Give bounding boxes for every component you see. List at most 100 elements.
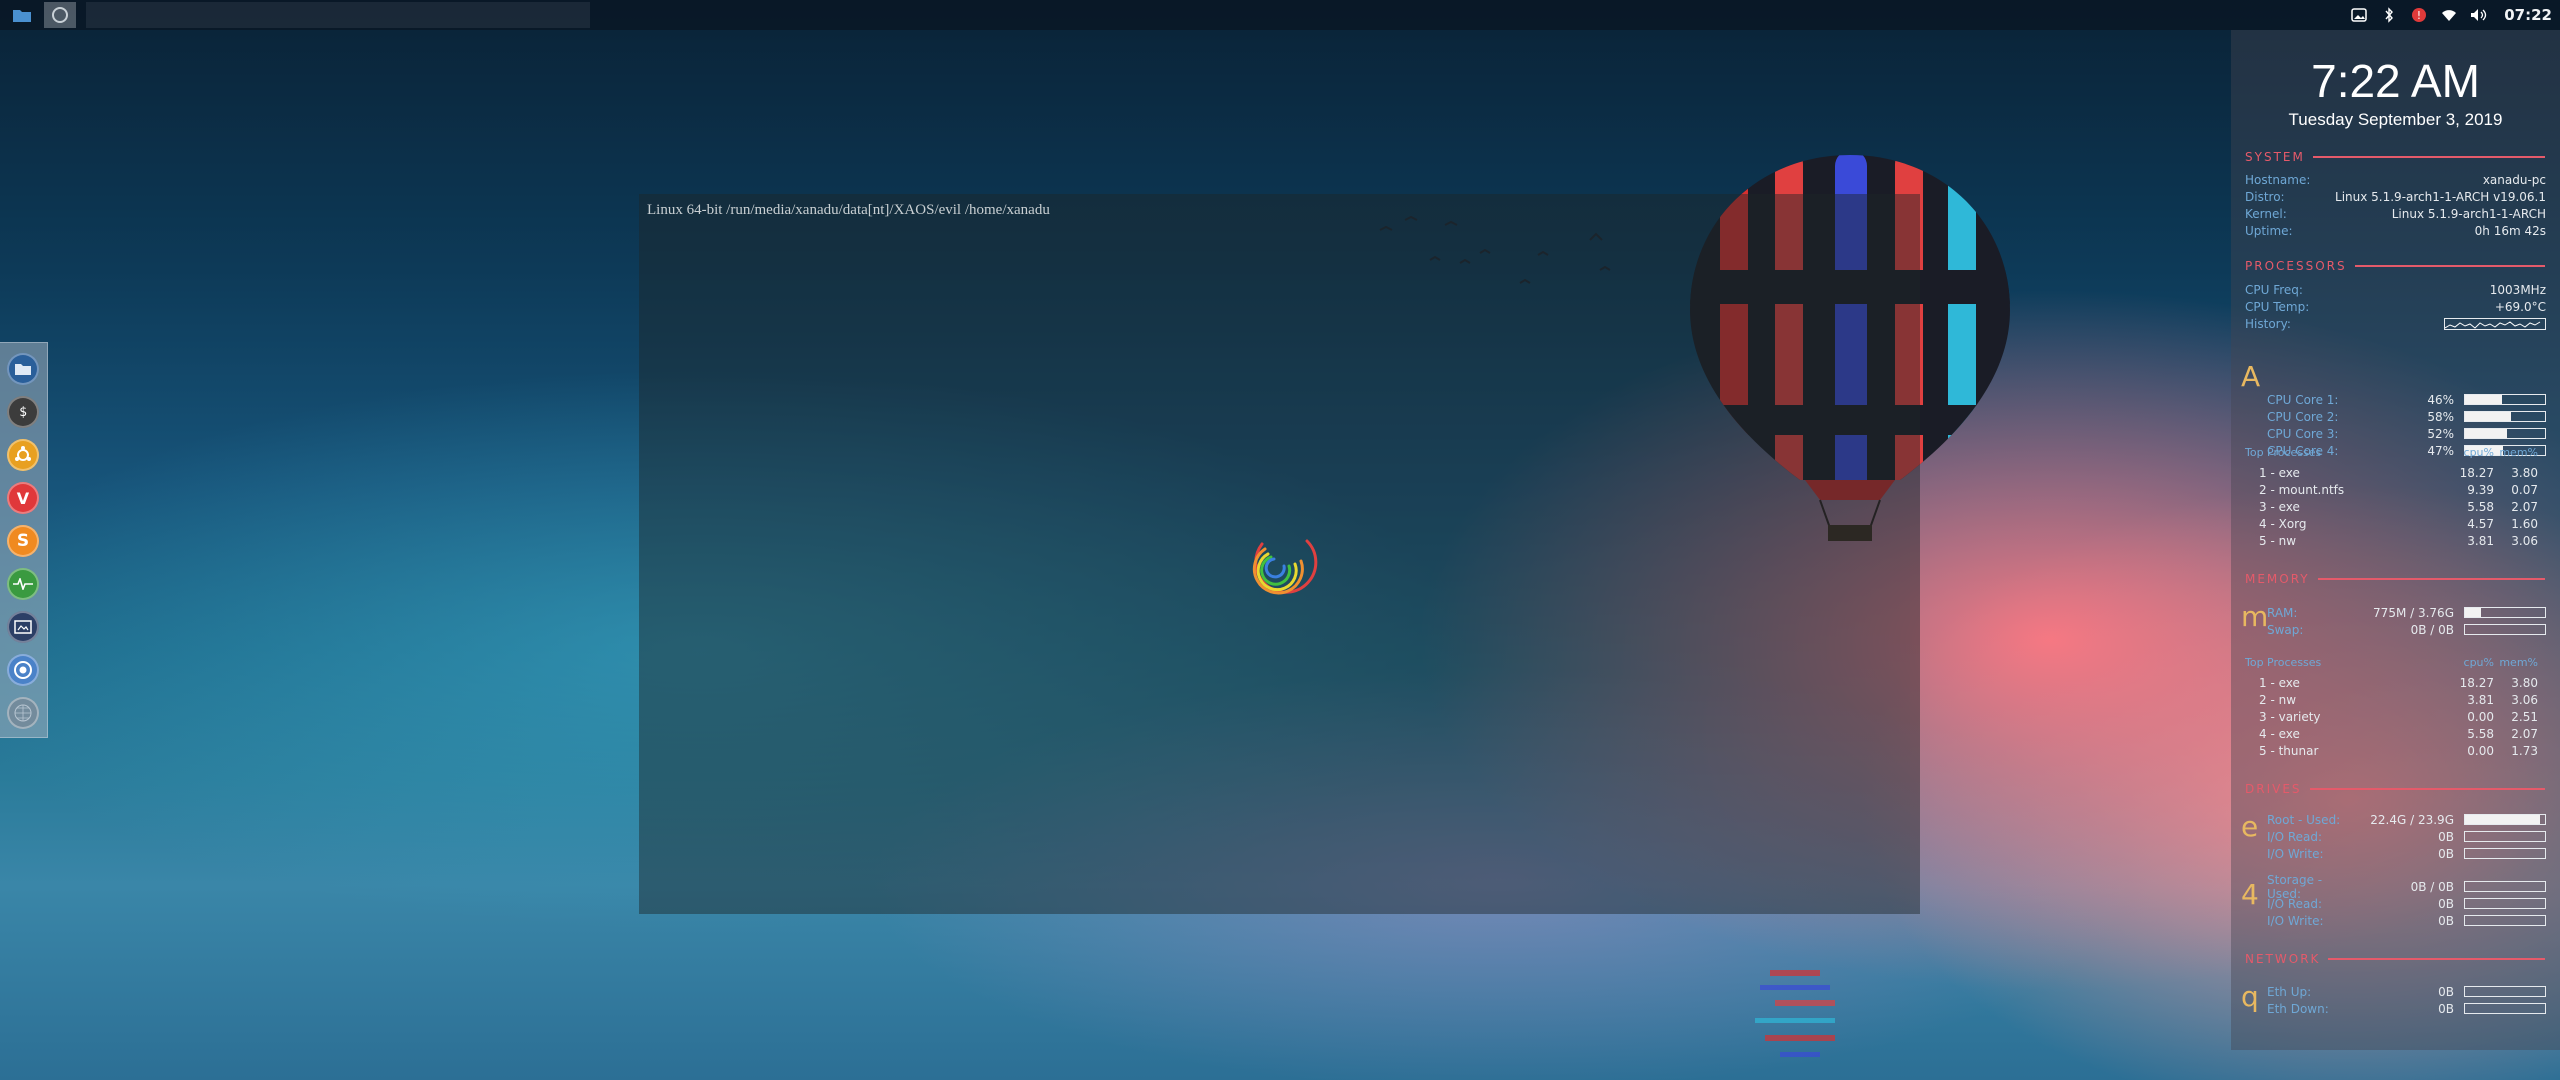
process-row: 4 - exe 5.58 2.07 — [2245, 727, 2546, 744]
wifi-icon[interactable] — [2440, 6, 2458, 24]
eth-up-bar — [2464, 986, 2546, 997]
ram-bar — [2464, 607, 2546, 618]
conky-time: 7:22 AM — [2311, 55, 2480, 107]
apps-grid-icon[interactable] — [7, 697, 39, 729]
network-section-header: NETWORK — [2245, 952, 2545, 966]
process-name: 2 - mount.ntfs — [2259, 483, 2345, 497]
process-row: 5 - thunar 0.00 1.73 — [2245, 744, 2546, 761]
process-name: 4 - exe — [2259, 727, 2300, 741]
process-value-1: 18.27 — [2459, 676, 2494, 690]
application-dock: $ V S — [0, 342, 48, 738]
process-row: 3 - variety 0.00 2.51 — [2245, 710, 2546, 727]
cpu-core-row: CPU Core 2: 58% — [2267, 408, 2546, 425]
cpu-temp-row: CPU Temp: +69.0°C — [2245, 299, 2546, 314]
cpu-core-row: CPU Core 1: 46% — [2267, 391, 2546, 408]
system-monitor-app-icon[interactable] — [7, 568, 39, 600]
cpu-history-graph — [2444, 317, 2546, 330]
system-section-header: SYSTEM — [2245, 150, 2545, 164]
cpu-history-row: History: — [2245, 315, 2546, 332]
processors-section-header: PROCESSORS — [2245, 259, 2545, 273]
cpu-core-bar — [2464, 394, 2546, 405]
process-value-2: 3.80 — [2511, 466, 2538, 480]
cpu-core-bar — [2464, 428, 2546, 439]
conky-system-monitor: 7:22 AM Tuesday September 3, 2019 SYSTEM… — [2231, 30, 2560, 1050]
swap-row: Swap: 0B / 0B — [2267, 621, 2546, 638]
drives-glyph: e — [2241, 810, 2259, 843]
process-row: 4 - Xorg 4.57 1.60 — [2245, 517, 2546, 534]
drives-section-header: DRIVES — [2245, 782, 2545, 796]
update-alert-icon[interactable]: ! — [2410, 6, 2428, 24]
chrome-app-icon[interactable] — [7, 654, 39, 686]
root-write-row: I/O Write: 0B — [2267, 845, 2546, 862]
process-value-2: 3.80 — [2511, 676, 2538, 690]
process-value-2: 2.07 — [2511, 500, 2538, 514]
swap-bar — [2464, 624, 2546, 635]
storage-used-row: Storage - Used: 0B / 0B — [2267, 873, 2546, 901]
kernel-row: Kernel: Linux 5.1.9-arch1-1-ARCH — [2245, 206, 2546, 221]
memory-glyph: m — [2241, 600, 2269, 633]
terminal-app-icon[interactable]: $ — [7, 396, 39, 428]
storage-glyph: 4 — [2241, 878, 2259, 911]
cpu-core-label: CPU Core 2: — [2267, 409, 2339, 424]
process-row: 3 - exe 5.58 2.07 — [2245, 500, 2546, 517]
root-read-bar — [2464, 831, 2546, 842]
root-used-row: Root - Used: 22.4G / 23.9G — [2267, 811, 2546, 828]
ubuntu-app-icon[interactable] — [7, 439, 39, 471]
storage-write-bar — [2464, 915, 2546, 926]
cpu-glyph: A — [2241, 360, 2261, 393]
vivaldi-app-icon[interactable]: V — [7, 482, 39, 514]
image-viewer-tray-icon[interactable] — [2350, 6, 2368, 24]
process-row: 1 - exe 18.27 3.80 — [2245, 676, 2546, 693]
process-name: 5 - nw — [2259, 534, 2297, 548]
process-value-2: 3.06 — [2511, 693, 2538, 707]
storage-bar — [2464, 881, 2546, 892]
cpu-core-label: CPU Core 1: — [2267, 392, 2339, 407]
files-app-icon[interactable] — [7, 353, 39, 385]
balloon-reflection-decoration — [1755, 970, 1835, 1057]
process-row: 5 - nw 3.81 3.06 — [2245, 534, 2546, 551]
bluetooth-icon[interactable] — [2380, 6, 2398, 24]
process-value-2: 3.06 — [2511, 534, 2538, 548]
process-value-1: 9.39 — [2467, 483, 2494, 497]
process-value-1: 5.58 — [2467, 500, 2494, 514]
cpu-core-value: 52% — [2427, 426, 2454, 441]
top-panel: ! 07:22 — [0, 0, 2560, 30]
eth-down-bar — [2464, 1003, 2546, 1014]
process-name: 1 - exe — [2259, 676, 2300, 690]
sublime-app-icon[interactable]: S — [7, 525, 39, 557]
process-value-1: 3.81 — [2467, 693, 2494, 707]
process-value-1: 0.00 — [2467, 744, 2494, 758]
process-value-2: 1.73 — [2511, 744, 2538, 758]
process-value-1: 0.00 — [2467, 710, 2494, 724]
terminal-prompt: Linux 64-bit /run/media/xanadu/data[nt]/… — [647, 202, 1050, 218]
volume-icon[interactable] — [2470, 6, 2488, 24]
process-row: 2 - mount.ntfs 9.39 0.07 — [2245, 483, 2546, 500]
hostname-row: Hostname: xanadu-pc — [2245, 172, 2546, 187]
cpu-core-value: 58% — [2427, 409, 2454, 424]
ram-row: RAM: 775M / 3.76G — [2267, 604, 2546, 621]
process-name: 2 - nw — [2259, 693, 2297, 707]
process-name: 4 - Xorg — [2259, 517, 2307, 531]
process-name: 3 - exe — [2259, 500, 2300, 514]
loading-spinner-icon — [1252, 539, 1318, 595]
workspace-icon[interactable] — [44, 2, 76, 28]
process-value-2: 0.07 — [2511, 483, 2538, 497]
distro-row: Distro: Linux 5.1.9-arch1-1-ARCH v19.06.1 — [2245, 189, 2546, 204]
conky-date: Tuesday September 3, 2019 — [2288, 110, 2503, 129]
storage-read-row: I/O Read: 0B — [2267, 895, 2546, 912]
uptime-row: Uptime: 0h 16m 42s — [2245, 223, 2546, 238]
process-name: 3 - variety — [2259, 710, 2321, 724]
panel-clock[interactable]: 07:22 — [2504, 6, 2552, 24]
process-value-1: 5.58 — [2467, 727, 2494, 741]
memory-section-header: MEMORY — [2245, 572, 2545, 586]
folder-icon[interactable] — [6, 2, 38, 28]
taskbar-strip[interactable] — [86, 2, 590, 28]
cpu-freq-row: CPU Freq: 1003MHz — [2245, 282, 2546, 297]
process-value-2: 2.07 — [2511, 727, 2538, 741]
root-read-row: I/O Read: 0B — [2267, 828, 2546, 845]
storage-write-row: I/O Write: 0B — [2267, 912, 2546, 929]
screenshot-app-icon[interactable] — [7, 611, 39, 643]
terminal-window[interactable]: Linux 64-bit /run/media/xanadu/data[nt]/… — [639, 194, 1920, 914]
network-glyph: q — [2241, 980, 2259, 1013]
storage-read-bar — [2464, 898, 2546, 909]
